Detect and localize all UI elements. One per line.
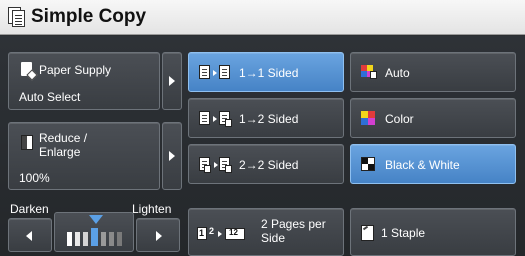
density-indicator-icon: [89, 215, 103, 224]
sided-1-2-button[interactable]: 1→2 Sided: [188, 98, 344, 138]
sided-1-1-button[interactable]: 1→1 Sided: [188, 52, 344, 92]
staple-label: 1 Staple: [381, 226, 426, 240]
pages-per-side-icon-num3: 12: [229, 228, 238, 237]
one-to-one-sided-icon: [199, 64, 235, 82]
chevron-right-icon: [169, 76, 175, 86]
color-mode-bw-label: Black & White: [385, 158, 460, 172]
density-slider[interactable]: [54, 212, 134, 252]
pages-per-side-label-line2: Side: [261, 231, 286, 245]
paper-supply-value: Auto Select: [19, 90, 81, 104]
paper-supply-more-button[interactable]: [162, 52, 182, 110]
pages-per-side-label-line1: 2 Pages per: [261, 217, 326, 231]
full-color-icon: [361, 111, 375, 125]
reduce-enlarge-label-line1: Reduce /: [39, 131, 88, 145]
pages-per-side-icon-num2: 2: [209, 226, 215, 236]
arrow-left-icon: [26, 231, 32, 241]
black-white-icon: [361, 157, 375, 171]
sided-1-1-label: 1→1 Sided: [239, 66, 299, 80]
paper-supply-icon: [21, 62, 38, 81]
lighter-button[interactable]: [136, 218, 180, 252]
paper-supply-label: Paper Supply: [39, 63, 112, 77]
one-to-two-sided-icon: [199, 110, 235, 128]
arrow-right-icon: [156, 231, 162, 241]
lighten-label: Lighten: [132, 202, 172, 216]
pages-per-side-button[interactable]: 1 2 12 2 Pages per Side: [188, 208, 344, 256]
auto-color-icon: [361, 65, 377, 79]
title-bar: Simple Copy: [0, 0, 525, 35]
darken-label: Darken: [10, 202, 49, 216]
copy-document-icon: [8, 7, 25, 27]
reduce-enlarge-button[interactable]: Reduce / Enlarge 100%: [8, 122, 160, 190]
copy-settings-panel: Paper Supply Auto Select Reduce / Enlarg…: [0, 36, 525, 256]
sided-1-2-label: 1→2 Sided: [239, 112, 299, 126]
pages-per-side-icon: 1 2 12: [197, 226, 255, 242]
sided-2-2-button[interactable]: 2→2 Sided: [188, 144, 344, 184]
reduce-enlarge-label-line2: Enlarge: [39, 145, 81, 159]
sided-2-2-label: 2→2 Sided: [239, 158, 299, 172]
reduce-enlarge-more-button[interactable]: [162, 122, 182, 190]
staple-button[interactable]: 1 Staple: [350, 208, 516, 256]
darker-button[interactable]: [8, 218, 52, 252]
two-to-two-sided-icon: [199, 156, 235, 174]
color-mode-bw-button[interactable]: Black & White: [350, 144, 516, 184]
color-mode-color-label: Color: [385, 112, 414, 126]
color-mode-color-button[interactable]: Color: [350, 98, 516, 138]
color-mode-auto-button[interactable]: Auto: [350, 52, 516, 92]
paper-supply-button[interactable]: Paper Supply Auto Select: [8, 52, 160, 110]
staple-icon: [361, 225, 374, 241]
color-mode-auto-label: Auto: [385, 66, 410, 80]
reduce-enlarge-icon: [21, 135, 33, 150]
reduce-enlarge-value: 100%: [19, 171, 50, 185]
chevron-right-icon: [169, 151, 175, 161]
page-title: Simple Copy: [31, 6, 147, 27]
pages-per-side-icon-num1: 1: [199, 228, 205, 238]
density-scale: [67, 228, 123, 246]
